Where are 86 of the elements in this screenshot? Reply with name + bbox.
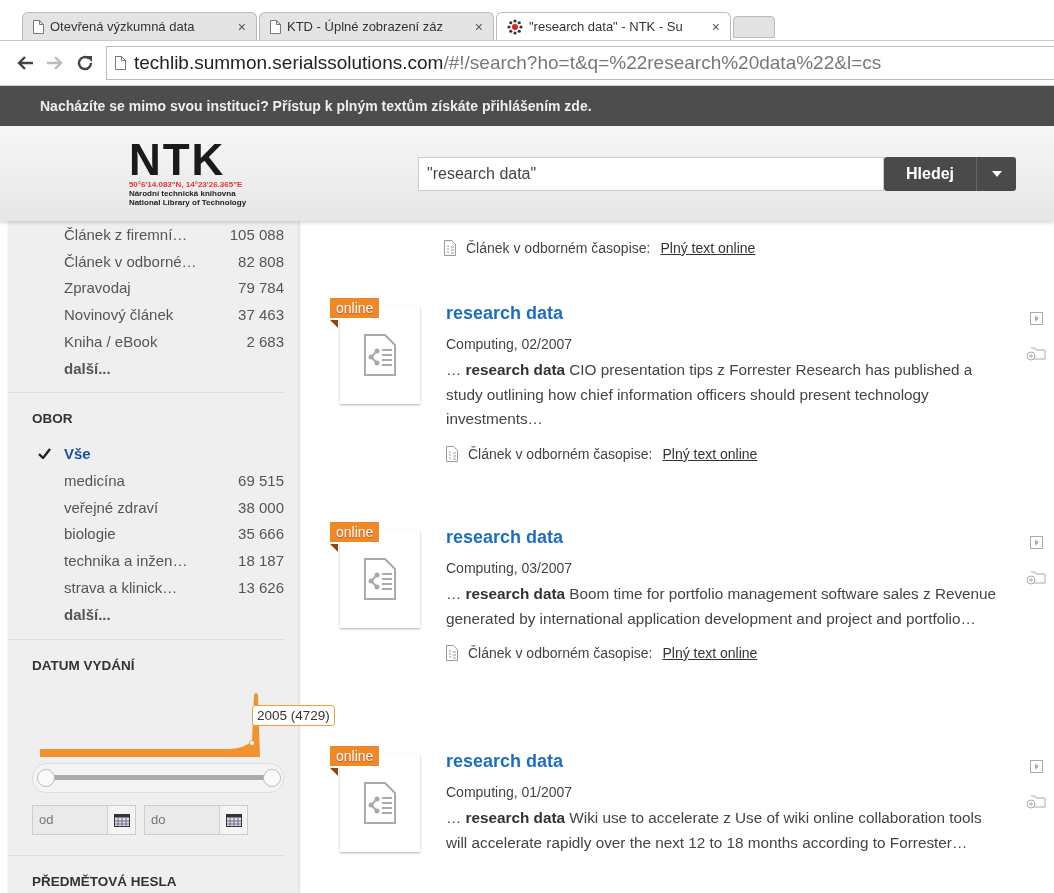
document-icon [364,782,396,824]
result-title-link[interactable]: research data [446,527,998,548]
facet-count: 69 515 [238,471,284,489]
format-label: Článek v odborném časopise: [468,445,653,462]
facet-label[interactable]: Vše [64,445,91,463]
facet-count: 18 187 [238,552,284,570]
facet-label[interactable]: Novinový článek [64,305,174,323]
preview-icon[interactable] [1029,536,1043,549]
new-tab-button[interactable] [733,16,775,38]
facet-label[interactable]: biologie [64,525,116,543]
search-options-button[interactable] [976,156,1016,191]
facet-label[interactable]: technika a inžen… [64,552,188,570]
facet-count: 2 683 [246,332,284,350]
logo-subtitle: National Library of Technology [128,198,247,207]
online-badge: online [330,298,380,318]
result-source: Computing, 02/2007 [446,336,574,352]
facet-count: 35 666 [238,525,284,543]
fulltext-link[interactable]: Plný text online [662,645,758,661]
search-field[interactable]: "research data" [418,156,884,191]
date-to-field[interactable]: do [144,804,220,835]
reload-icon[interactable] [76,54,94,72]
result-title-link[interactable]: research data [446,751,998,772]
facet-count: 13 626 [238,578,284,596]
facet-title: DATUM VYDÁNÍ [32,657,135,673]
logo-coordinates: 50°6'14.083"N, 14°23'26.365"E [128,180,244,189]
year-range-slider[interactable] [32,762,284,793]
search-button[interactable]: Hledej [884,156,976,191]
ribbon-fold-icon [330,768,338,776]
facet-label[interactable]: Kniha / eBook [64,332,158,350]
add-to-folder-icon[interactable] [1026,793,1046,809]
result-source: Computing, 03/2007 [446,560,574,576]
fulltext-link[interactable]: Plný text online [660,240,756,256]
page-icon [33,19,44,34]
online-badge: online [330,522,380,542]
facet-count: 38 000 [238,498,284,516]
date-from-field[interactable]: od [32,804,108,835]
forward-icon[interactable] [46,55,64,71]
back-icon[interactable] [16,55,34,71]
browser-tab[interactable]: Otevřená výzkumná data × [22,12,257,40]
result-source: Computing, 01/2007 [446,784,574,800]
format-label: Článek v odborném časopise: [468,645,653,661]
document-icon [446,445,458,462]
preview-icon[interactable] [1029,312,1043,325]
logo-subtitle: Národní technická knihovna [128,189,237,198]
facet-label[interactable]: medicína [64,471,125,489]
result-title-link[interactable]: research data [446,303,998,324]
facet-count: 82 808 [238,252,284,270]
fulltext-link[interactable]: Plný text online [662,445,758,462]
caret-icon [991,170,1002,177]
result-snippet: … research data Wiki use to accelerate z Use of wiki online collaboration tools will accelerate rapidly over the next 12 to 18 months according to Forrester… [446,808,983,853]
more-link[interactable]: další... [64,606,111,624]
document-icon [444,240,456,256]
dots-icon [507,18,523,35]
facet-label[interactable]: Zpravodaj [64,279,131,297]
add-to-folder-icon[interactable] [1026,569,1046,585]
format-label: Článek v odborném časopise: [466,240,651,256]
facet-count: 79 784 [238,279,284,297]
page-icon [115,56,126,70]
ribbon-fold-icon [330,544,338,552]
calendar-icon[interactable] [113,812,130,828]
more-link[interactable]: další... [64,359,111,377]
facet-label[interactable]: strava a klinick… [64,578,178,596]
login-notice: Nacházíte se mimo svou instituci? Přístup k plným textům získáte přihlášením zde. [40,98,592,114]
calendar-icon[interactable] [225,812,242,828]
page-icon [270,19,281,34]
result-snippet: … research data CIO presentation tips z Forrester Research has published a study outlining how chief information officers should present technology investments… [446,360,974,429]
facet-label[interactable]: Článek v odborné… [64,252,197,270]
add-to-folder-icon[interactable] [1026,345,1046,361]
facet-label[interactable]: veřejné zdraví [64,498,159,516]
address-bar[interactable]: techlib.summon.serialssolutions.com/#!/search?ho=t&q=%22research%20data%22&l=cs [106,46,1054,80]
logo-text: NTK [128,140,226,180]
document-icon [364,558,396,600]
document-icon [364,334,396,376]
browser-tab[interactable]: KTD - Úplné zobrazení záz × [259,12,494,40]
result-snippet: … research data Boom time for portfolio management software sales z Revenue generated by international application development and project and portfolio… [446,584,998,629]
facet-count: 37 463 [238,305,284,323]
browser-tab[interactable]: "research data" - NTK - Su × [496,12,731,40]
tooltip: 2005 (4729) [252,704,335,726]
ribbon-fold-icon [330,320,338,328]
preview-icon[interactable] [1029,760,1043,773]
facet-title: OBOR [32,411,73,427]
facet-title: PŘEDMĚTOVÁ HESLA [32,873,177,889]
document-icon [446,645,458,661]
facet-count: 105 088 [229,225,284,243]
online-badge: online [330,746,380,766]
facet-label[interactable]: Článek z firemní… [64,225,188,243]
